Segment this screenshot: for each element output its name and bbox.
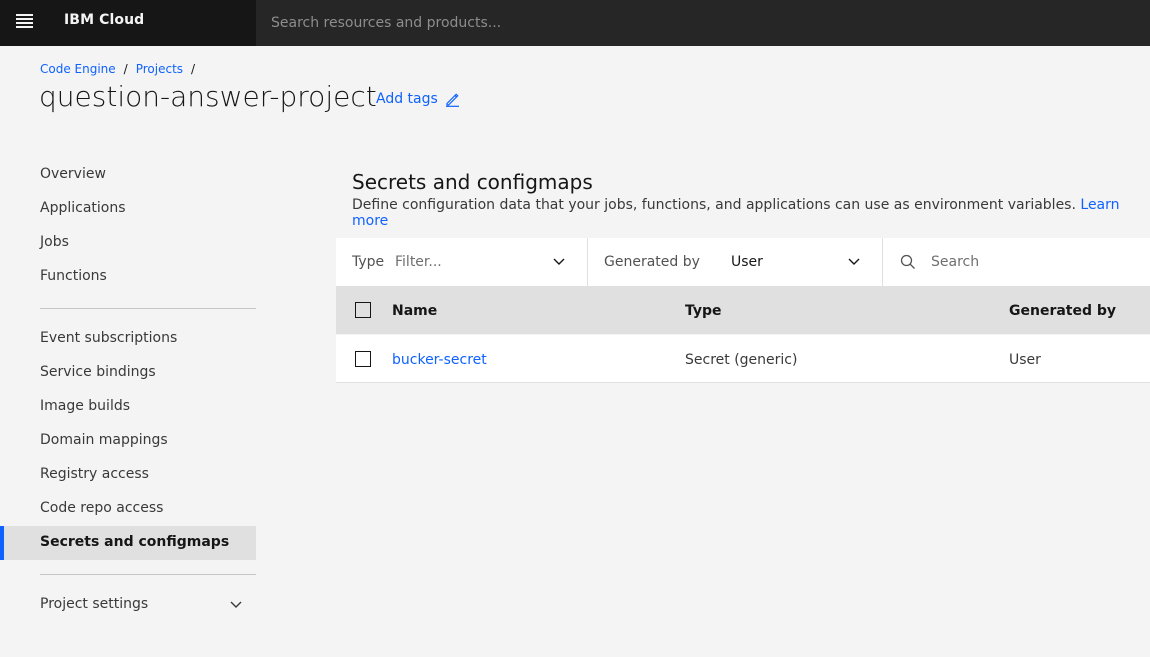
global-search-input[interactable]: [271, 0, 1141, 46]
menu-icon[interactable]: [16, 14, 33, 28]
sidebar-item-label: Applications: [40, 200, 126, 216]
global-search: [256, 0, 1150, 46]
section-description: Define configuration data that your jobs…: [352, 197, 1150, 229]
chevron-down-icon[interactable]: [848, 257, 860, 267]
sidebar-item-overview[interactable]: Overview: [0, 158, 256, 192]
sidebar-item-label: Jobs: [40, 234, 69, 250]
nav-divider: [40, 308, 256, 309]
sidebar-item-project-settings[interactable]: Project settings: [0, 588, 256, 622]
sidebar-item-label: Service bindings: [40, 364, 156, 380]
sidebar-item-domain-mappings[interactable]: Domain mappings: [0, 424, 256, 458]
generated-by-dropdown[interactable]: User: [731, 254, 763, 270]
table-search-input[interactable]: Search: [931, 254, 979, 270]
sidebar-item-secrets-and-configmaps[interactable]: Secrets and configmaps: [0, 526, 256, 560]
sidebar-item-image-builds[interactable]: Image builds: [0, 390, 256, 424]
sidebar-item-label: Functions: [40, 268, 107, 284]
toolbar-divider: [882, 238, 883, 286]
sidebar-item-applications[interactable]: Applications: [0, 192, 256, 226]
breadcrumb-code-engine[interactable]: Code Engine: [40, 62, 116, 76]
breadcrumb-separator: /: [191, 62, 196, 76]
sidebar-item-label: Registry access: [40, 466, 149, 482]
table-row[interactable]: bucker-secret Secret (generic) User: [336, 335, 1150, 383]
add-tags-link[interactable]: Add tags: [376, 91, 438, 107]
section-title: Secrets and configmaps: [352, 170, 593, 194]
type-filter-label: Type: [352, 254, 385, 270]
select-all-checkbox[interactable]: [355, 302, 371, 318]
toolbar-divider: [587, 238, 588, 286]
edit-icon[interactable]: [444, 91, 460, 107]
nav-divider: [40, 574, 256, 575]
secret-type: Secret (generic): [685, 352, 798, 368]
brand-area: IBM Cloud: [0, 0, 256, 46]
type-filter-input[interactable]: Filter...: [395, 254, 442, 270]
brand-name[interactable]: IBM Cloud: [64, 12, 144, 28]
chevron-down-icon[interactable]: [229, 600, 243, 610]
breadcrumb-projects[interactable]: Projects: [136, 62, 183, 76]
secret-generated-by: User: [1009, 352, 1041, 368]
sidebar-item-registry-access[interactable]: Registry access: [0, 458, 256, 492]
sidebar-item-label: Image builds: [40, 398, 131, 414]
sidebar-item-label: Project settings: [40, 596, 149, 612]
column-header-type[interactable]: Type: [685, 303, 722, 319]
column-header-name[interactable]: Name: [392, 303, 437, 319]
generated-by-label: Generated by: [604, 254, 700, 270]
breadcrumb-separator: /: [123, 62, 128, 76]
search-icon: [900, 254, 915, 269]
filter-toolbar: Type Filter... Generated by User Search: [336, 238, 1150, 286]
chevron-down-icon[interactable]: [553, 257, 565, 267]
sidebar-item-code-repo-access[interactable]: Code repo access: [0, 492, 256, 526]
sidebar-item-label: Code repo access: [40, 500, 164, 516]
row-checkbox[interactable]: [355, 351, 371, 367]
secret-name-link[interactable]: bucker-secret: [392, 352, 487, 368]
sidebar-item-service-bindings[interactable]: Service bindings: [0, 356, 256, 390]
section-description-text: Define configuration data that your jobs…: [352, 197, 1076, 213]
column-header-generated-by[interactable]: Generated by: [1009, 303, 1116, 319]
sidebar-item-event-subscriptions[interactable]: Event subscriptions: [0, 322, 256, 356]
sidebar-item-functions[interactable]: Functions: [0, 260, 256, 294]
table-header: Name Type Generated by: [336, 286, 1150, 334]
sidebar-item-jobs[interactable]: Jobs: [0, 226, 256, 260]
breadcrumb: Code Engine / Projects /: [40, 62, 203, 76]
sidebar-item-label: Event subscriptions: [40, 330, 178, 346]
sidebar-item-label: Secrets and configmaps: [40, 534, 230, 550]
top-bar: IBM Cloud: [0, 0, 1150, 46]
sidebar-item-label: Domain mappings: [40, 432, 168, 448]
page-title: question-answer-project: [39, 80, 377, 113]
sidebar-item-label: Overview: [40, 166, 106, 182]
